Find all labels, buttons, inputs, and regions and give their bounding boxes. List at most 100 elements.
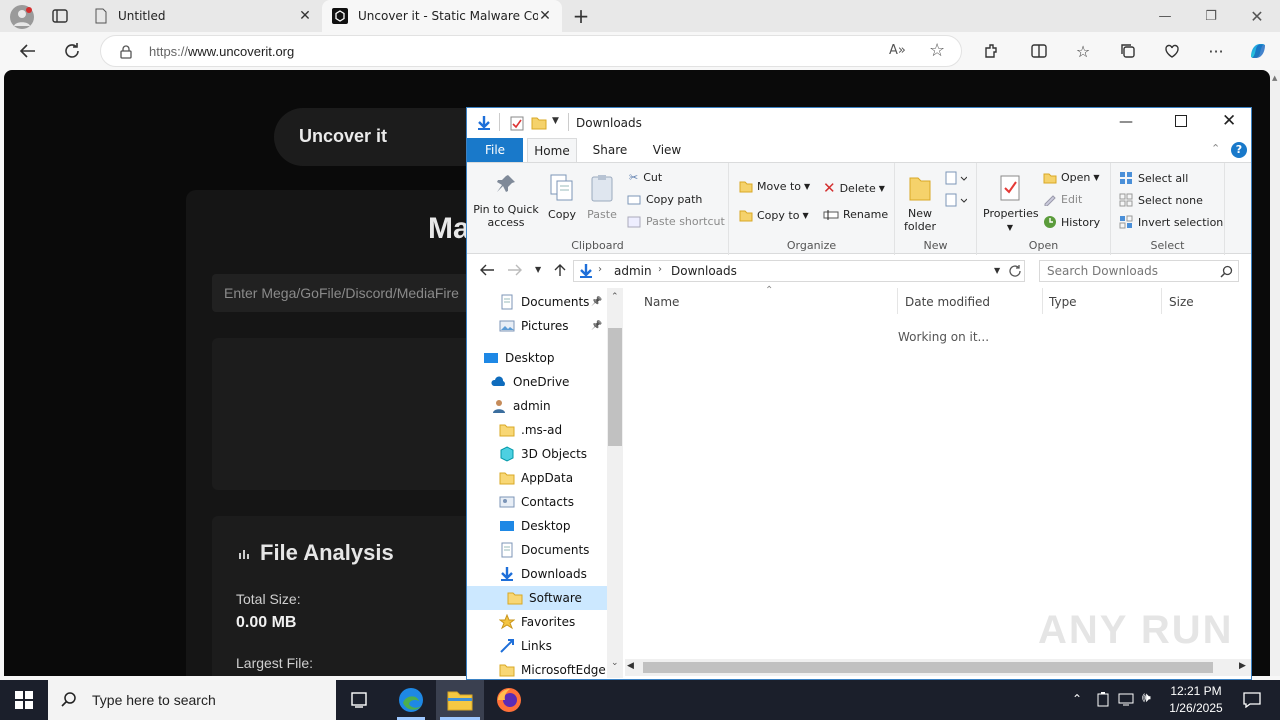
battery-icon[interactable] <box>1096 691 1110 707</box>
page-scrollbar[interactable]: ▲ <box>1270 70 1280 676</box>
file-list-hscrollbar[interactable]: ◀ ▶ <box>625 659 1251 676</box>
nav-item-onedrive[interactable]: OneDrive <box>467 370 607 394</box>
nav-item-software[interactable]: Software <box>467 586 607 610</box>
customize-toolbar-icon[interactable]: ▼ <box>552 116 559 126</box>
address-bar[interactable]: https://www.uncoverit.org A» ☆ <box>100 35 962 67</box>
recent-locations-icon[interactable]: ▼ <box>535 265 541 274</box>
nav-item-favorites[interactable]: Favorites <box>467 610 607 634</box>
nav-item-desktop[interactable]: Desktop <box>467 514 607 538</box>
nav-forward-button[interactable] <box>507 263 523 277</box>
scroll-up-icon[interactable]: ⌃ <box>611 292 619 302</box>
tab-home[interactable]: Home <box>527 138 577 162</box>
scroll-thumb[interactable] <box>608 328 622 446</box>
nav-item-desktop[interactable]: Desktop <box>467 346 607 370</box>
tab-share[interactable]: Share <box>585 138 635 162</box>
column-date-modified[interactable]: Date modified <box>905 295 990 309</box>
scroll-right-icon[interactable]: ▶ <box>1239 661 1246 671</box>
pin-quick-access-button[interactable]: Pin to Quick access <box>473 173 539 229</box>
properties-quick-icon[interactable] <box>509 115 525 131</box>
nav-item-documents[interactable]: Documents <box>467 538 607 562</box>
minimize-button[interactable]: — <box>1142 0 1188 32</box>
restore-button[interactable]: ❐ <box>1188 0 1234 32</box>
explorer-close-button[interactable]: ✕ <box>1222 111 1236 131</box>
search-downloads-input[interactable]: Search Downloads <box>1039 260 1239 282</box>
path-segment-downloads[interactable]: Downloads <box>671 264 737 278</box>
copy-path-button[interactable]: Copy path <box>627 193 702 206</box>
invert-selection-button[interactable]: Invert selection <box>1119 215 1223 229</box>
favorite-star-icon[interactable]: ☆ <box>929 40 945 61</box>
taskbar-edge[interactable] <box>387 680 435 720</box>
edit-button[interactable]: Edit <box>1043 193 1082 206</box>
copy-button[interactable]: Copy <box>545 173 579 221</box>
nav-up-button[interactable] <box>553 263 567 277</box>
tab-actions-icon[interactable] <box>52 8 68 24</box>
copilot-icon[interactable] <box>1243 36 1273 66</box>
paste-button[interactable]: Paste <box>585 173 619 221</box>
copy-to-button[interactable]: Copy to ▼ <box>739 208 809 222</box>
nav-item-appdata[interactable]: AppData <box>467 466 607 490</box>
profile-avatar[interactable] <box>10 5 34 29</box>
cut-button[interactable]: ✂ Cut <box>629 171 662 184</box>
navigation-scrollbar[interactable]: ⌃ ⌄ <box>607 288 623 678</box>
extensions-icon[interactable] <box>976 36 1006 66</box>
close-tab-icon[interactable]: ✕ <box>298 8 312 24</box>
nav-item-microsoftedge[interactable]: MicrosoftEdge <box>467 658 607 682</box>
network-icon[interactable] <box>1118 692 1136 706</box>
column-name[interactable]: Name <box>644 295 679 309</box>
new-folder-button[interactable]: New folder <box>901 173 939 233</box>
paste-shortcut-button[interactable]: Paste shortcut <box>627 215 725 228</box>
select-none-button[interactable]: Select none <box>1119 193 1203 207</box>
show-hidden-icons[interactable]: ⌃ <box>1072 692 1082 706</box>
close-window-button[interactable]: ✕ <box>1234 0 1280 32</box>
tab-untitled[interactable]: Untitled ✕ <box>84 0 322 32</box>
favorites-icon[interactable]: ☆ <box>1068 36 1098 66</box>
taskbar-search[interactable]: Type here to search <box>48 680 336 720</box>
nav-back-button[interactable] <box>479 263 495 277</box>
delete-button[interactable]: ✕ Delete ▼ <box>823 179 885 197</box>
scroll-down-icon[interactable]: ⌄ <box>611 658 619 668</box>
refresh-button[interactable] <box>57 36 87 66</box>
settings-menu-icon[interactable]: ··· <box>1201 36 1231 66</box>
nav-item-links[interactable]: Links <box>467 634 607 658</box>
open-button[interactable]: Open ▼ <box>1043 171 1100 184</box>
path-history-dropdown-icon[interactable]: ▼ <box>994 266 1000 275</box>
close-tab-icon[interactable]: ✕ <box>538 8 552 24</box>
collections-icon[interactable] <box>1113 36 1143 66</box>
nav-item-contacts[interactable]: Contacts <box>467 490 607 514</box>
nav-item-ms-ad[interactable]: .ms-ad <box>467 418 607 442</box>
notifications-button[interactable] <box>1232 680 1272 720</box>
nav-item-3d-objects[interactable]: 3D Objects <box>467 442 607 466</box>
tab-uncoverit[interactable]: Uncover it - Static Malware Confi ✕ <box>322 0 562 32</box>
browser-essentials-icon[interactable] <box>1157 36 1187 66</box>
split-screen-icon[interactable] <box>1024 36 1054 66</box>
nav-item-pictures[interactable]: Pictures 📌 <box>467 314 607 338</box>
lock-icon[interactable] <box>119 45 133 59</box>
explorer-maximize-button[interactable] <box>1175 115 1187 127</box>
scroll-left-icon[interactable]: ◀ <box>627 661 634 671</box>
scroll-up-icon[interactable]: ▲ <box>1272 74 1277 82</box>
help-icon[interactable]: ? <box>1231 142 1247 158</box>
taskbar-file-explorer[interactable] <box>436 680 484 720</box>
path-segment-admin[interactable]: admin <box>614 264 652 278</box>
back-button[interactable] <box>13 36 43 66</box>
select-all-button[interactable]: Select all <box>1119 171 1188 185</box>
system-clock[interactable]: 12:21 PM 1/26/2025 <box>1166 683 1226 717</box>
rename-button[interactable]: Rename <box>823 208 888 221</box>
properties-button[interactable]: Properties ▼ <box>983 173 1039 234</box>
column-type[interactable]: Type <box>1049 295 1077 309</box>
read-aloud-icon[interactable]: A» <box>889 43 906 58</box>
collapse-ribbon-icon[interactable]: ⌃ <box>1211 142 1220 155</box>
new-tab-button[interactable]: + <box>570 5 592 27</box>
hscroll-thumb[interactable] <box>643 662 1213 673</box>
new-folder-quick-icon[interactable] <box>531 115 547 131</box>
address-path[interactable]: › admin › Downloads ▼ <box>573 260 1025 282</box>
start-button[interactable] <box>0 680 48 720</box>
column-size[interactable]: Size <box>1169 295 1194 309</box>
nav-item-documents[interactable]: Documents 📌 <box>467 290 607 314</box>
move-to-button[interactable]: Move to ▼ <box>739 179 810 193</box>
nav-item-downloads[interactable]: Downloads <box>467 562 607 586</box>
nav-item-admin[interactable]: admin <box>467 394 607 418</box>
tab-view[interactable]: View <box>643 138 691 162</box>
new-item-button[interactable] <box>945 171 967 187</box>
explorer-minimize-button[interactable]: — <box>1119 114 1133 130</box>
